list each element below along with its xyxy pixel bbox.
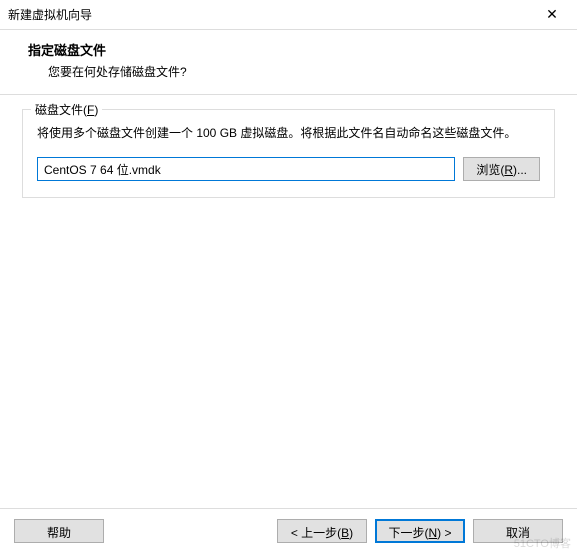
back-button[interactable]: < 上一步(B) xyxy=(277,519,367,543)
browse-button[interactable]: 浏览(R)... xyxy=(463,157,540,181)
footer-nav-buttons: < 上一步(B) 下一步(N) > 取消 xyxy=(277,519,563,543)
disk-file-input[interactable] xyxy=(37,157,455,181)
help-button[interactable]: 帮助 xyxy=(14,519,104,543)
cancel-button[interactable]: 取消 xyxy=(473,519,563,543)
wizard-footer: 帮助 < 上一步(B) 下一步(N) > 取消 xyxy=(0,508,577,555)
page-title: 指定磁盘文件 xyxy=(28,40,561,59)
close-icon[interactable]: ✕ xyxy=(537,6,567,23)
groupbox-label: 磁盘文件(F) xyxy=(31,101,102,118)
content-area: 磁盘文件(F) 将使用多个磁盘文件创建一个 100 GB 虚拟磁盘。将根据此文件… xyxy=(0,95,577,198)
window-title: 新建虚拟机向导 xyxy=(8,6,92,23)
next-button[interactable]: 下一步(N) > xyxy=(375,519,465,543)
wizard-header: 指定磁盘文件 您要在何处存储磁盘文件? xyxy=(0,30,577,94)
titlebar: 新建虚拟机向导 ✕ xyxy=(0,0,577,30)
groupbox-description: 将使用多个磁盘文件创建一个 100 GB 虚拟磁盘。将根据此文件名自动命名这些磁… xyxy=(37,124,540,143)
disk-file-groupbox: 磁盘文件(F) 将使用多个磁盘文件创建一个 100 GB 虚拟磁盘。将根据此文件… xyxy=(22,109,555,198)
file-input-row: 浏览(R)... xyxy=(37,157,540,181)
page-subtitle: 您要在何处存储磁盘文件? xyxy=(48,63,561,80)
